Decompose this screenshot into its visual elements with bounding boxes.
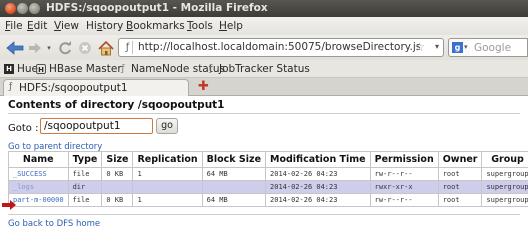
bookmark-hue[interactable]: H Hue <box>4 63 38 75</box>
file-link-success[interactable]: _SUCCESS <box>13 170 47 178</box>
cell-permission: rw-r--r-- <box>369 193 439 207</box>
divider <box>8 113 520 114</box>
cell-group: supergroup <box>481 180 528 194</box>
new-tab-plus-icon[interactable]: ✚ <box>198 79 209 94</box>
menu-tools[interactable]: Tools <box>187 20 213 32</box>
col-header-type: Type <box>67 151 103 168</box>
close-window-button[interactable] <box>5 3 16 14</box>
cell-modification-time: 2014-02-26 04:23 <box>265 193 371 207</box>
page-content: Contents of directory /sqoopoutput1 Goto… <box>0 96 528 244</box>
menu-help[interactable]: Help <box>219 20 243 32</box>
stop-icon[interactable] <box>77 40 93 56</box>
window-title: HDFS:/sqoopoutput1 - Mozilla Firefox <box>46 2 268 14</box>
menu-history[interactable]: History <box>86 20 123 32</box>
cell-type: dir <box>67 180 103 194</box>
search-input[interactable]: Google <box>470 38 528 57</box>
col-header-group: Group <box>481 151 528 168</box>
cell-block-size: 64 MB <box>201 167 267 181</box>
bookmark-hbase-master[interactable]: H HBase Master <box>36 63 122 75</box>
tab-hdfs-sqoopoutput1[interactable]: ƒ HDFS:/sqoopoutput1 <box>3 79 189 96</box>
cell-type: file <box>67 193 103 207</box>
menu-edit[interactable]: Edit <box>27 20 47 32</box>
cell-block-size: 64 MB <box>201 193 267 207</box>
bookmarks-toolbar: H Hue H HBase Master ƒ NameNode status ƒ… <box>0 60 528 78</box>
tab-label: HDFS:/sqoopoutput1 <box>19 82 128 94</box>
cell-group: supergroup <box>481 193 528 207</box>
table-row: _SUCCESS file 0 KB 1 64 MB 2014-02-26 04… <box>8 167 528 181</box>
dir-link-logs[interactable]: _logs <box>13 183 34 191</box>
history-dropdown-icon[interactable]: ▾ <box>45 40 53 56</box>
go-button[interactable]: go <box>156 118 178 134</box>
page-favicon-icon: ƒ <box>123 41 133 54</box>
home-icon[interactable] <box>97 40 115 56</box>
col-header-owner: Owner <box>437 151 483 168</box>
cell-type: file <box>67 167 103 181</box>
chevron-down-icon: ▾ <box>464 43 468 51</box>
menu-bar: File Edit View History Bookmarks Tools H… <box>0 17 528 35</box>
file-link-part-m-00000[interactable]: part-m-00000 <box>13 196 64 204</box>
dfs-home-link[interactable]: Go back to DFS home <box>8 219 100 229</box>
cell-owner: root <box>437 167 483 181</box>
cell-owner: root <box>437 180 483 194</box>
col-header-name: Name <box>8 151 69 168</box>
cell-permission: rw-r--r-- <box>369 167 439 181</box>
search-engine-selector[interactable]: g ▾ <box>448 38 471 57</box>
cell-size: 0 KB <box>101 167 134 181</box>
tab-bar: ƒ HDFS:/sqoopoutput1 ✚ <box>0 78 528 96</box>
forward-arrow-icon[interactable] <box>27 40 43 56</box>
window-titlebar: HDFS:/sqoopoutput1 - Mozilla Firefox <box>0 0 528 17</box>
col-header-permission: Permission <box>369 151 439 168</box>
table-header-row: Name Type Size Replication Block Size Mo… <box>8 151 528 168</box>
search-placeholder: Google <box>474 42 512 54</box>
directory-table: Name Type Size Replication Block Size Mo… <box>8 151 528 207</box>
maximize-window-button[interactable] <box>29 3 40 14</box>
cell-size <box>101 180 134 194</box>
table-row: _logs dir 2014-02-26 04:23 rwxr-xr-x roo… <box>8 180 528 194</box>
menu-view[interactable]: View <box>54 20 79 32</box>
url-bar[interactable]: ƒ http://localhost.localdomain:50075/bro… <box>118 38 444 57</box>
indicator-arrow-icon <box>2 200 16 210</box>
hbase-icon: H <box>36 64 46 74</box>
col-header-size: Size <box>101 151 134 168</box>
divider <box>8 214 520 215</box>
cell-replication <box>132 180 203 194</box>
cell-modification-time: 2014-02-26 04:23 <box>265 180 371 194</box>
goto-path-input[interactable] <box>40 118 153 134</box>
minimize-window-button[interactable] <box>17 3 28 14</box>
navigation-toolbar: ▾ ƒ http://localhost.localdomain:50075/b… <box>0 35 528 60</box>
col-header-modification-time: Modification Time <box>265 151 371 168</box>
page-icon: ƒ <box>121 64 125 74</box>
goto-label: Goto : <box>8 123 39 134</box>
page-icon: ƒ <box>209 64 213 74</box>
table-row: part-m-00000 file 0 KB 1 64 MB 2014-02-2… <box>8 193 528 207</box>
cell-owner: root <box>437 193 483 207</box>
cell-group: supergroup <box>481 167 528 181</box>
back-arrow-icon[interactable] <box>5 40 25 56</box>
url-text[interactable]: http://localhost.localdomain:50075/brows… <box>138 41 420 53</box>
menu-bookmarks[interactable]: Bookmarks <box>126 20 185 32</box>
col-header-replication: Replication <box>132 151 203 168</box>
cell-replication: 1 <box>132 193 203 207</box>
cell-modification-time: 2014-02-26 04:23 <box>265 167 371 181</box>
col-header-block-size: Block Size <box>201 151 267 168</box>
hue-icon: H <box>4 64 14 74</box>
url-dropdown-icon[interactable]: ▾ <box>435 42 439 51</box>
page-title: Contents of directory /sqoopoutput1 <box>8 99 225 111</box>
cell-permission: rwxr-xr-x <box>369 180 439 194</box>
reload-icon[interactable] <box>57 40 73 56</box>
cell-replication: 1 <box>132 167 203 181</box>
bookmark-star-icon[interactable]: ☆ <box>414 40 425 54</box>
cell-size: 0 KB <box>101 193 134 207</box>
bookmark-jobtracker-status[interactable]: ƒ JobTracker Status <box>206 63 309 75</box>
google-icon: g <box>452 42 463 53</box>
menu-file[interactable]: File <box>5 20 23 32</box>
cell-block-size <box>201 180 267 194</box>
page-favicon-icon: ƒ <box>9 82 13 92</box>
